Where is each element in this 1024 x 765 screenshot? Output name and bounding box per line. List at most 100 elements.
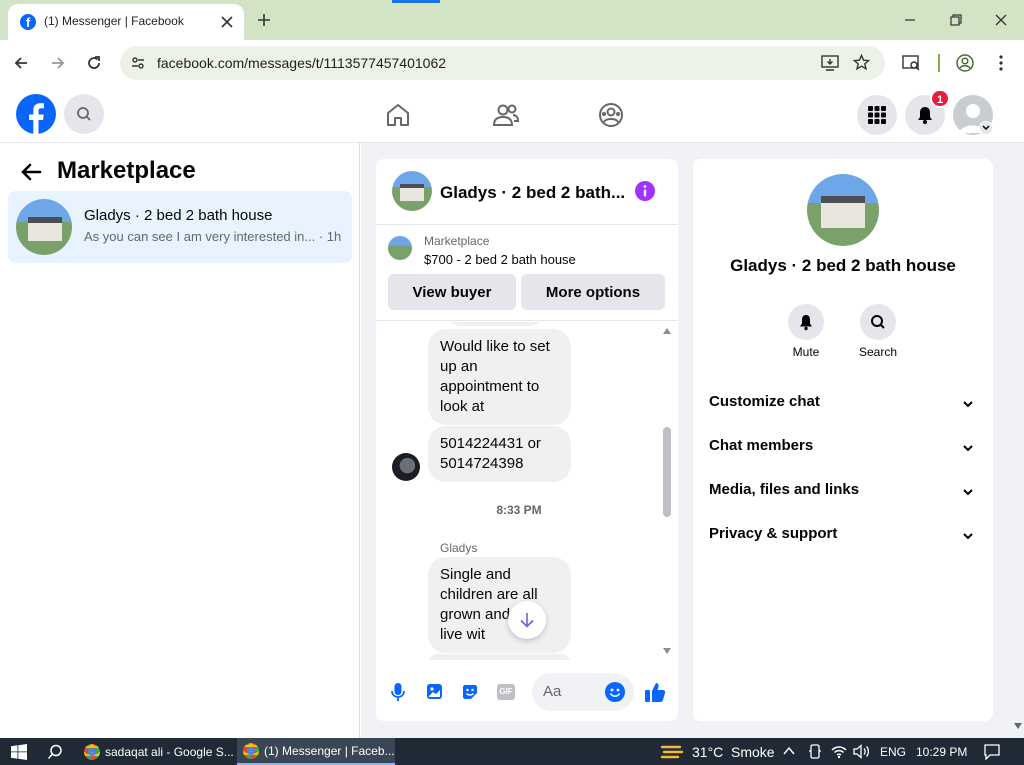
windows-taskbar: sadaqat ali - Google S... (1) Messenger … <box>0 738 1024 765</box>
gif-icon[interactable]: GIF <box>497 684 515 700</box>
close-window-icon[interactable] <box>994 13 1008 27</box>
sender-name: Gladys <box>440 541 478 555</box>
minimize-icon[interactable] <box>903 13 917 27</box>
cast-media-icon[interactable] <box>902 54 921 72</box>
conversation-item[interactable]: Gladys · 2 bed 2 bath house As you can s… <box>8 191 352 263</box>
taskbar-app-label: (1) Messenger | Faceb... <box>264 743 395 758</box>
chat-window: Gladys · 2 bed 2 bath... Marketplace $70… <box>376 159 678 721</box>
scroll-to-bottom-button[interactable] <box>508 601 546 639</box>
chevron-down-icon <box>963 533 973 540</box>
scroll-down-icon[interactable] <box>663 648 671 654</box>
browser-menu-icon[interactable] <box>998 54 1004 72</box>
wifi-icon[interactable] <box>831 744 847 759</box>
mute-button[interactable] <box>788 304 824 340</box>
address-bar[interactable]: facebook.com/messages/t/1113577457401062 <box>120 46 885 80</box>
message-bubble: Single and children are all grown and no… <box>428 557 571 653</box>
profile-icon[interactable] <box>956 54 974 72</box>
search-icon <box>77 107 91 121</box>
chevron-down-icon <box>963 401 973 408</box>
facebook-header: 1 <box>0 86 1024 143</box>
groups-icon[interactable] <box>598 102 624 128</box>
chat-avatar[interactable] <box>392 171 432 211</box>
message-bubble: 5014224431 or 5014724398 <box>428 426 571 482</box>
browser-tab-strip: f (1) Messenger | Facebook <box>0 0 1024 40</box>
media-files-links-row[interactable]: Media, files and links <box>693 473 993 513</box>
conversation-name: Gladys · 2 bed 2 bath house <box>84 207 273 224</box>
message-timestamp: 8:33 PM <box>496 503 542 517</box>
reload-icon[interactable] <box>86 55 102 71</box>
microphone-icon[interactable] <box>390 682 406 702</box>
sender-avatar[interactable] <box>392 453 420 481</box>
taskbar-app-chrome-1[interactable]: sadaqat ali - Google S... <box>78 738 235 765</box>
weather-temp: 31°C <box>692 744 724 760</box>
photo-icon[interactable] <box>426 683 443 700</box>
house-image <box>821 196 865 228</box>
listing-thumbnail <box>16 199 72 255</box>
section-label: Media, files and links <box>709 481 860 498</box>
emoji-icon[interactable] <box>605 682 625 702</box>
conversation-photo[interactable] <box>807 174 879 246</box>
clock[interactable]: 10:29 PM <box>916 745 967 759</box>
toolbar-divider <box>938 54 940 72</box>
house-image <box>400 184 424 201</box>
message-bubble: Would like to set up an appointment to l… <box>428 329 571 425</box>
search-button[interactable] <box>64 94 104 134</box>
conversation-preview: As you can see I am very interested in..… <box>84 229 341 244</box>
home-icon[interactable] <box>385 102 411 128</box>
smoke-weather-icon[interactable] <box>660 742 684 762</box>
scrollbar-thumb[interactable] <box>663 427 671 517</box>
tab-close-icon[interactable] <box>220 15 234 29</box>
new-tab-icon[interactable] <box>256 12 272 28</box>
search-icon <box>871 315 885 329</box>
chat-title[interactable]: Gladys · 2 bed 2 bath... <box>440 183 625 203</box>
restore-icon[interactable] <box>949 13 963 27</box>
privacy-support-row[interactable]: Privacy & support <box>693 517 993 557</box>
info-icon[interactable] <box>635 181 655 201</box>
browser-tab[interactable]: f (1) Messenger | Facebook <box>8 4 244 40</box>
install-app-icon[interactable] <box>821 55 839 71</box>
panel-title: Marketplace <box>57 157 196 184</box>
section-label: Customize chat <box>709 393 820 410</box>
search-in-chat-button[interactable] <box>860 304 896 340</box>
scroll-up-icon[interactable] <box>663 328 671 334</box>
search-icon[interactable] <box>47 744 63 760</box>
thumbs-up-icon[interactable] <box>644 681 666 703</box>
view-buyer-button[interactable]: View buyer <box>388 274 516 310</box>
listing-source: Marketplace <box>424 234 490 248</box>
back-arrow-icon[interactable] <box>20 162 42 182</box>
section-label: Privacy & support <box>709 525 838 542</box>
site-info-icon[interactable] <box>130 55 146 71</box>
windows-start-icon[interactable] <box>11 744 27 760</box>
chat-members-row[interactable]: Chat members <box>693 429 993 469</box>
conversation-time: · 1h <box>318 229 342 244</box>
mute-label: Mute <box>792 345 820 359</box>
chevron-down-icon <box>963 489 973 496</box>
arrow-down-icon <box>520 613 534 628</box>
tab-title: (1) Messenger | Facebook <box>44 14 184 28</box>
forward-arrow-icon[interactable] <box>50 55 66 71</box>
taskbar-app-chrome-2[interactable]: (1) Messenger | Faceb... <box>237 738 395 765</box>
back-arrow-icon[interactable] <box>13 55 29 71</box>
account-dropdown[interactable] <box>979 121 993 135</box>
input-language[interactable]: ENG <box>880 745 906 759</box>
facebook-logo-icon[interactable] <box>16 94 56 134</box>
chat-header: Gladys · 2 bed 2 bath... <box>376 159 678 225</box>
bookmark-star-icon[interactable] <box>853 54 870 71</box>
more-options-button[interactable]: More options <box>521 274 665 310</box>
message-input[interactable]: Aa <box>532 673 634 711</box>
conversation-list-panel: Marketplace Gladys · 2 bed 2 bath house … <box>0 143 360 738</box>
volume-icon[interactable] <box>853 744 871 759</box>
menu-button[interactable] <box>857 95 897 135</box>
listing-title: $700 - 2 bed 2 bath house <box>424 252 576 267</box>
chevron-up-icon[interactable] <box>783 746 795 756</box>
customize-chat-row[interactable]: Customize chat <box>693 385 993 425</box>
bell-icon <box>800 314 812 330</box>
page-scroll-down-icon[interactable] <box>1014 723 1022 729</box>
listing-thumbnail <box>388 236 412 260</box>
message-list: Would like to set up an appointment to l… <box>376 322 678 660</box>
sticker-icon[interactable] <box>461 683 479 701</box>
friends-icon[interactable] <box>492 102 520 128</box>
preview-text: As you can see I am very interested in..… <box>84 229 316 244</box>
notification-center-icon[interactable] <box>984 744 1000 760</box>
device-icon[interactable] <box>808 744 822 760</box>
